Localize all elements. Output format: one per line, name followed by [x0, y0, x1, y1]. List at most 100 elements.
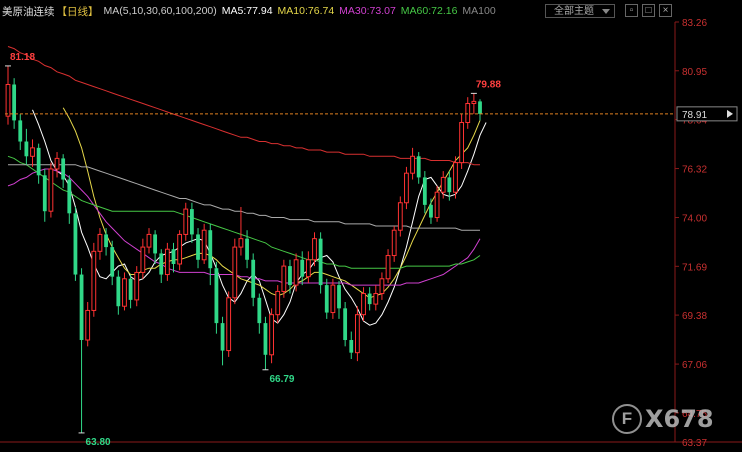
candle-body [300, 259, 305, 277]
y-tick-label: 69.38 [682, 311, 707, 322]
candle-body [18, 120, 23, 142]
candle-body [67, 179, 72, 214]
candle-body [275, 290, 281, 316]
candle-body [85, 309, 91, 341]
candle [134, 266, 140, 307]
candle [73, 206, 78, 281]
ma100-value: MA100 [462, 5, 496, 17]
candle-body [48, 168, 54, 212]
candle-body [164, 248, 170, 276]
candle-body [434, 191, 440, 219]
candle [232, 238, 238, 305]
y-tick-label: 67.06 [682, 360, 707, 371]
symbol-name: 美原油连续 [2, 5, 55, 18]
candle-body [220, 323, 225, 351]
candle-body [330, 284, 336, 314]
ma10-value: MA10:76.74 [277, 5, 335, 17]
theme-dropdown-label: 全部主题 [554, 6, 594, 17]
current-price-label: 78.91 [682, 110, 707, 121]
candle-body [281, 265, 287, 292]
candle-body [159, 253, 164, 275]
candle-body [73, 213, 78, 275]
annotation-label: 66.79 [269, 374, 294, 385]
candle-body [355, 314, 360, 354]
candle-body [208, 230, 213, 269]
candle [269, 308, 274, 364]
candle-body [189, 209, 194, 235]
candle-body [373, 293, 379, 305]
candle-body [318, 238, 323, 286]
candle-body [110, 247, 115, 277]
candle-body [465, 103, 471, 124]
candle-body [12, 84, 17, 121]
annotation-label: 79.88 [476, 79, 501, 90]
candle-body [226, 297, 232, 352]
candle-body [416, 156, 421, 178]
candle-body [122, 278, 127, 307]
candle-body [367, 293, 372, 305]
y-tick-label: 63.37 [682, 438, 707, 449]
candle-body [171, 249, 176, 264]
candle-body [134, 271, 140, 301]
candle-body [251, 259, 256, 298]
candle [343, 302, 348, 347]
period-label[interactable]: 【日线】 [57, 4, 99, 19]
candle [91, 242, 97, 317]
candle-body [453, 162, 458, 193]
candle-body [146, 233, 152, 248]
candle [459, 114, 465, 169]
y-tick-label: 74.00 [682, 214, 707, 225]
ma-title: MA(5,10,30,60,100,200) [103, 5, 217, 17]
candle-body [42, 175, 47, 212]
watermark-text: X678 [645, 405, 714, 433]
ma60-value: MA60:72.16 [400, 5, 458, 17]
watermark-logo: F X678 [612, 404, 714, 434]
candle [48, 162, 54, 218]
candle-body [97, 233, 103, 252]
candle [318, 232, 323, 294]
ma30-value: MA30:73.07 [339, 5, 396, 17]
annotation-label: 63.80 [86, 437, 111, 448]
close-button[interactable]: × [659, 4, 672, 17]
candle-body [440, 176, 446, 193]
candle-body [61, 158, 66, 180]
candle-body [54, 157, 60, 170]
candle-body [410, 155, 415, 174]
candle [214, 261, 219, 334]
candle-body [36, 147, 41, 176]
candle-body [269, 314, 274, 356]
candle-body [232, 246, 238, 299]
candle [177, 230, 183, 271]
candle-body [201, 229, 207, 261]
candle-body [177, 233, 183, 265]
candle [355, 306, 360, 362]
minimize-button[interactable]: ▫ [625, 4, 638, 17]
y-tick-label: 76.32 [682, 165, 707, 176]
candle-body [288, 266, 292, 286]
candle [453, 156, 458, 199]
restore-button[interactable]: □ [642, 4, 655, 17]
candle-body [379, 278, 385, 295]
candle-body [128, 278, 133, 300]
candle-body [471, 100, 477, 105]
candle-body [293, 259, 299, 286]
candle-body [183, 208, 189, 235]
candlestick-chart: 83.2680.9578.6476.3274.0071.6969.3867.06… [0, 0, 742, 452]
candle-body [361, 293, 366, 316]
candle-body [385, 255, 391, 280]
candle-body [263, 323, 268, 355]
chevron-down-icon [602, 9, 610, 14]
candle-body [343, 308, 348, 341]
candle-body [257, 297, 262, 324]
candle-body [116, 276, 121, 307]
candle-body [214, 268, 219, 324]
candle-body [391, 229, 397, 257]
theme-dropdown[interactable]: 全部主题 [545, 4, 615, 18]
candle-body [459, 122, 465, 164]
candle-body [140, 246, 146, 273]
candle-body [104, 234, 108, 248]
y-tick-label: 71.69 [682, 262, 707, 273]
candle-body [397, 202, 403, 231]
candle [201, 223, 207, 264]
candle [330, 278, 336, 319]
